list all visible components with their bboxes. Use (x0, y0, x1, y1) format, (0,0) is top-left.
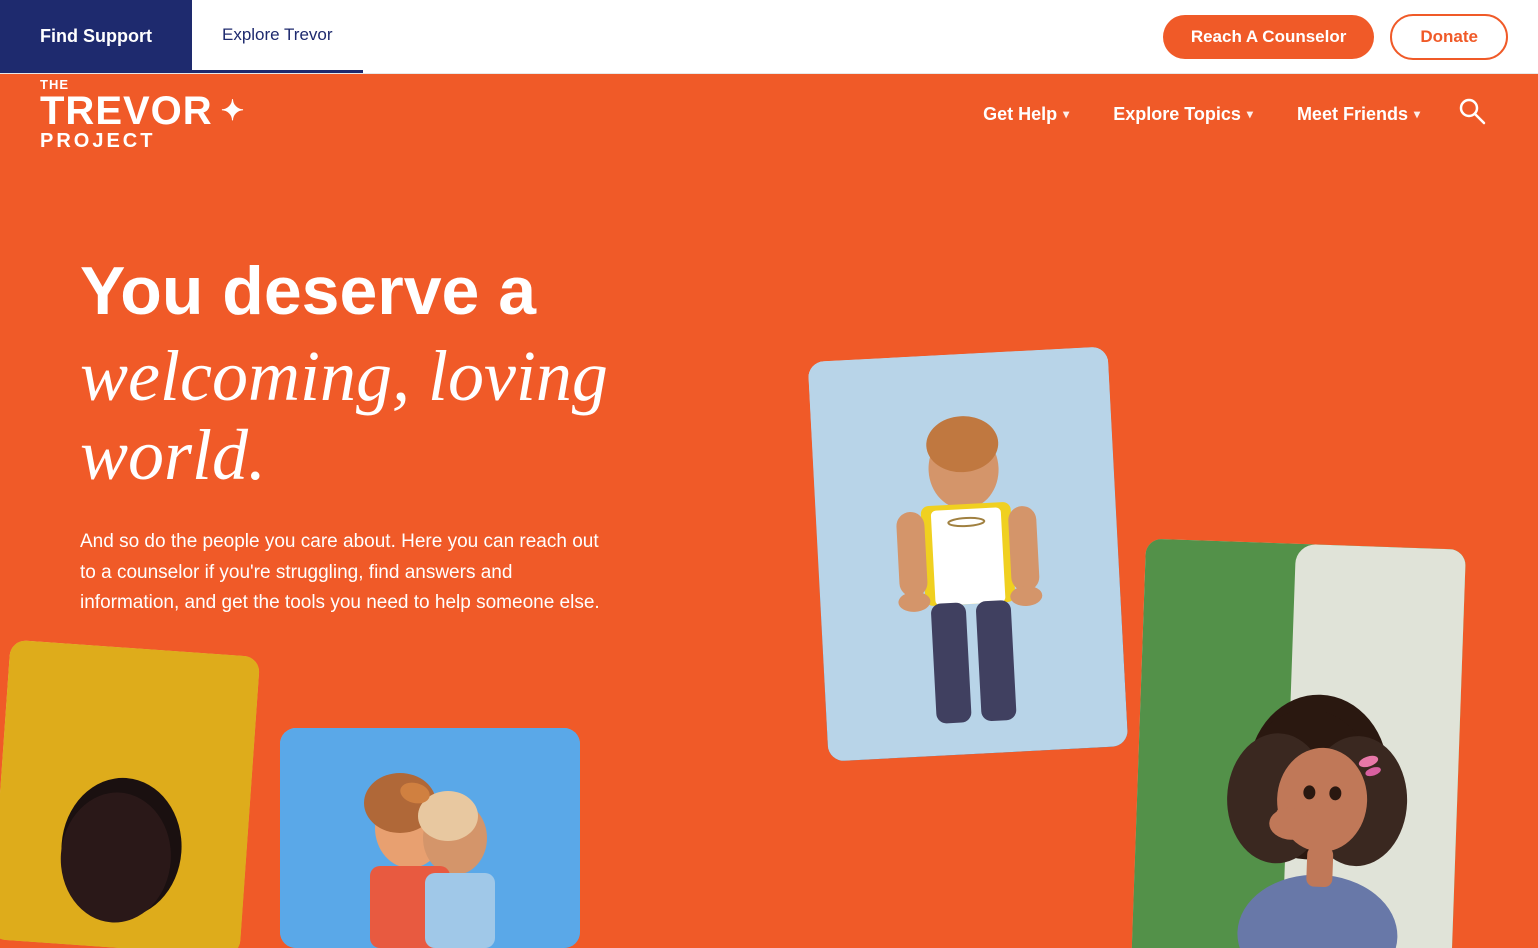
find-support-button[interactable]: Find Support (0, 0, 192, 73)
explore-topics-label: Explore Topics (1113, 104, 1241, 125)
get-help-nav[interactable]: Get Help ▾ (965, 94, 1087, 135)
logo-project: PROJECT (40, 131, 245, 151)
reach-counselor-button[interactable]: Reach A Counselor (1163, 15, 1375, 59)
person-illustration-1 (808, 346, 1129, 761)
hero-title-line2: welcoming, loving world. (80, 337, 800, 495)
top-bar-actions: Reach A Counselor Donate (1133, 0, 1538, 73)
explore-topics-nav[interactable]: Explore Topics ▾ (1095, 94, 1271, 135)
chevron-down-icon: ▾ (1247, 107, 1253, 121)
person-illustration-4 (280, 728, 580, 948)
search-button[interactable] (1446, 87, 1498, 142)
explore-trevor-label: Explore Trevor (222, 25, 333, 45)
top-bar: Find Support Explore Trevor Reach A Coun… (0, 0, 1538, 74)
hero-section: You deserve a welcoming, loving world. A… (0, 154, 1538, 948)
photo-card-person-2 (1130, 539, 1466, 948)
logo-trevor: TREVOR ✦ (40, 91, 245, 131)
logo-text: THE TREVOR ✦ PROJECT (40, 78, 245, 151)
meet-friends-label: Meet Friends (1297, 104, 1408, 125)
logo-star-icon: ✦ (221, 97, 245, 125)
chevron-down-icon: ▾ (1063, 107, 1069, 121)
photo-card-person-3 (0, 640, 260, 948)
get-help-label: Get Help (983, 104, 1057, 125)
person-illustration-2 (1130, 539, 1466, 948)
photo-card-person-1 (808, 346, 1129, 761)
photo-card-person-4 (280, 728, 580, 948)
search-icon (1458, 97, 1486, 125)
meet-friends-nav[interactable]: Meet Friends ▾ (1279, 94, 1438, 135)
reach-counselor-label: Reach A Counselor (1191, 27, 1347, 46)
donate-button[interactable]: Donate (1390, 14, 1508, 60)
hero-description: And so do the people you care about. Her… (80, 527, 600, 618)
person-illustration-3 (0, 640, 260, 948)
chevron-down-icon: ▾ (1414, 107, 1420, 121)
hero-content: You deserve a welcoming, loving world. A… (80, 194, 800, 618)
find-support-label: Find Support (40, 26, 152, 47)
donate-label: Donate (1420, 27, 1478, 46)
nav-links: Get Help ▾ Explore Topics ▾ Meet Friends… (965, 87, 1498, 142)
top-bar-spacer (363, 0, 1133, 73)
explore-trevor-tab[interactable]: Explore Trevor (192, 0, 363, 73)
logo[interactable]: THE TREVOR ✦ PROJECT (40, 78, 245, 151)
main-nav: THE TREVOR ✦ PROJECT Get Help ▾ Explore … (0, 74, 1538, 154)
hero-title-line1: You deserve a (80, 254, 800, 329)
